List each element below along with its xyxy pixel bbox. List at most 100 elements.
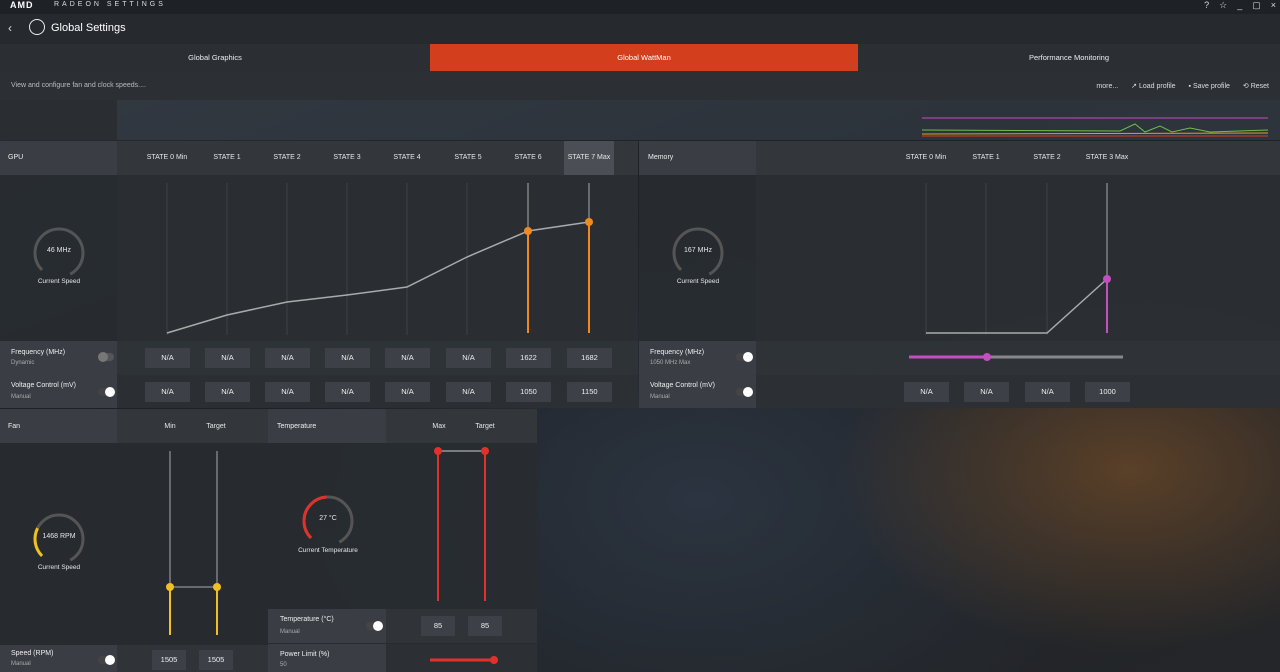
fan-curve-chart	[166, 451, 221, 635]
gpu-frequency-mode: Dynamic	[11, 360, 35, 366]
gpu-state-label: STATE 0 Min	[146, 154, 188, 161]
gpu-voltage-input[interactable]: N/A	[265, 382, 310, 402]
power-limit-slider[interactable]	[426, 654, 502, 666]
memory-state-label: STATE 2	[1033, 154, 1061, 161]
close-icon[interactable]: ×	[1271, 0, 1276, 10]
tab-global-wattman[interactable]: Global WattMan	[430, 44, 858, 71]
sub-bar	[0, 71, 1280, 100]
gpu-voltage-toggle[interactable]	[98, 387, 115, 397]
memory-state-label: STATE 3 Max	[1085, 154, 1129, 161]
memory-voltage-label: Voltage Control (mV)	[650, 382, 715, 389]
temperature-max-handle[interactable]	[434, 447, 442, 455]
more-link[interactable]: more...	[1096, 83, 1118, 90]
gpu-frequency-input[interactable]: N/A	[325, 348, 370, 368]
gpu-frequency-input[interactable]: N/A	[145, 348, 190, 368]
save-profile-button[interactable]: ▪ Save profile	[1189, 83, 1230, 90]
gpu-voltage-input[interactable]: N/A	[446, 382, 491, 402]
gpu-state-label: STATE 3	[333, 154, 361, 161]
memory-state-label: STATE 1	[972, 154, 1000, 161]
memory-frequency-slider[interactable]	[905, 351, 1127, 363]
fan-min-handle[interactable]	[166, 583, 174, 591]
memory-title: Memory	[648, 154, 674, 161]
star-icon[interactable]: ☆	[1219, 0, 1227, 10]
temperature-gauge-label: Current Temperature	[298, 547, 358, 554]
memory-frequency-mode: 1050 MHz Max	[650, 360, 691, 366]
temperature-setting-mode: Manual	[280, 629, 300, 635]
fan-min-input[interactable]: 1505	[152, 650, 186, 670]
gpu-voltage-input[interactable]: 1050	[506, 382, 551, 402]
memory-state3-handle[interactable]	[1103, 275, 1111, 283]
gpu-title: GPU	[8, 154, 24, 161]
fan-col-target: Target	[206, 423, 226, 430]
gpu-voltage-input[interactable]: N/A	[145, 382, 190, 402]
gpu-state-label: STATE 7 Max	[567, 154, 611, 161]
gpu-voltage-input[interactable]: N/A	[205, 382, 250, 402]
fan-title: Fan	[8, 423, 21, 430]
fan-gauge-value: 1468 RPM	[42, 533, 76, 540]
fan-speed-mode: Manual	[11, 661, 31, 667]
maximize-icon[interactable]: ▢	[1252, 0, 1261, 10]
amd-logo: AMD	[10, 0, 34, 10]
gpu-frequency-input[interactable]: N/A	[446, 348, 491, 368]
tab-global-graphics[interactable]: Global Graphics	[0, 44, 430, 71]
memory-frequency-toggle[interactable]	[736, 352, 753, 362]
page-title: Global Settings	[51, 22, 126, 34]
load-profile-button[interactable]: ↗ Load profile	[1131, 83, 1175, 90]
memory-voltage-toggle[interactable]	[736, 387, 753, 397]
gpu-voltage-mode: Manual	[11, 394, 31, 400]
gpu-state-label: STATE 6	[514, 154, 542, 161]
monitor-strip-left	[0, 100, 117, 140]
gpu-voltage-input[interactable]: N/A	[325, 382, 370, 402]
back-arrow-icon[interactable]: ‹	[8, 21, 12, 35]
window-controls: ? ☆ _ ▢ ×	[1194, 0, 1276, 11]
memory-voltage-input[interactable]: N/A	[904, 382, 949, 402]
gpu-frequency-input[interactable]: 1682	[567, 348, 612, 368]
memory-voltage-input[interactable]: 1000	[1085, 382, 1130, 402]
memory-voltage-input[interactable]: N/A	[1025, 382, 1070, 402]
gpu-frequency-input[interactable]: N/A	[265, 348, 310, 368]
globe-icon	[29, 19, 45, 35]
gpu-frequency-input[interactable]: N/A	[385, 348, 430, 368]
gpu-voltage-input[interactable]: N/A	[385, 382, 430, 402]
gpu-state7-handle[interactable]	[585, 218, 593, 226]
fan-target-handle[interactable]	[213, 583, 221, 591]
gpu-state-label: STATE 1	[213, 154, 241, 161]
temperature-target-handle[interactable]	[481, 447, 489, 455]
temperature-target-input[interactable]: 85	[468, 616, 502, 636]
profile-actions: more... ↗ Load profile ▪ Save profile ⟲ …	[1096, 82, 1280, 90]
gpu-voltage-input[interactable]: 1150	[567, 382, 612, 402]
minimize-icon[interactable]: _	[1237, 0, 1242, 10]
memory-voltage-input[interactable]: N/A	[964, 382, 1009, 402]
gpu-curve-chart	[166, 183, 593, 335]
gpu-gauge-label: Current Speed	[37, 278, 81, 285]
memory-curve-chart	[925, 183, 1111, 335]
gpu-state-label: STATE 5	[454, 154, 482, 161]
gpu-frequency-input[interactable]: N/A	[205, 348, 250, 368]
fan-gauge-label: Current Speed	[37, 564, 81, 571]
gpu-frequency-toggle[interactable]	[98, 352, 114, 362]
gpu-frequency-input[interactable]: 1622	[506, 348, 551, 368]
app-name: RADEON SETTINGS	[54, 1, 166, 8]
memory-frequency-label: Frequency (MHz)	[650, 349, 705, 356]
temperature-toggle[interactable]	[366, 621, 383, 631]
temperature-max-input[interactable]: 85	[421, 616, 455, 636]
gpu-state6-handle[interactable]	[524, 227, 532, 235]
gpu-voltage-label: Voltage Control (mV)	[11, 382, 76, 389]
title-bar	[0, 0, 1280, 14]
reset-button[interactable]: ⟲ Reset	[1243, 83, 1269, 90]
fan-target-input[interactable]: 1505	[199, 650, 233, 670]
help-icon[interactable]: ?	[1204, 0, 1209, 10]
power-limit-label: Power Limit (%)	[280, 651, 330, 658]
temperature-title: Temperature	[277, 423, 317, 430]
temperature-gauge-value: 27 °C	[319, 515, 337, 522]
tab-performance-monitoring[interactable]: Performance Monitoring	[858, 44, 1280, 71]
gpu-state-label: STATE 4	[393, 154, 421, 161]
memory-state-label: STATE 0 Min	[905, 154, 947, 161]
tab-bar: Global Graphics Global WattMan Performan…	[0, 44, 1280, 71]
temperature-setting-label: Temperature (°C)	[280, 616, 334, 623]
temperature-col-target: Target	[475, 423, 495, 430]
fan-speed-toggle[interactable]	[98, 655, 115, 665]
gpu-frequency-label: Frequency (MHz)	[11, 349, 66, 356]
mini-monitor-graph	[921, 117, 1269, 137]
temperature-curve-chart	[434, 447, 489, 601]
